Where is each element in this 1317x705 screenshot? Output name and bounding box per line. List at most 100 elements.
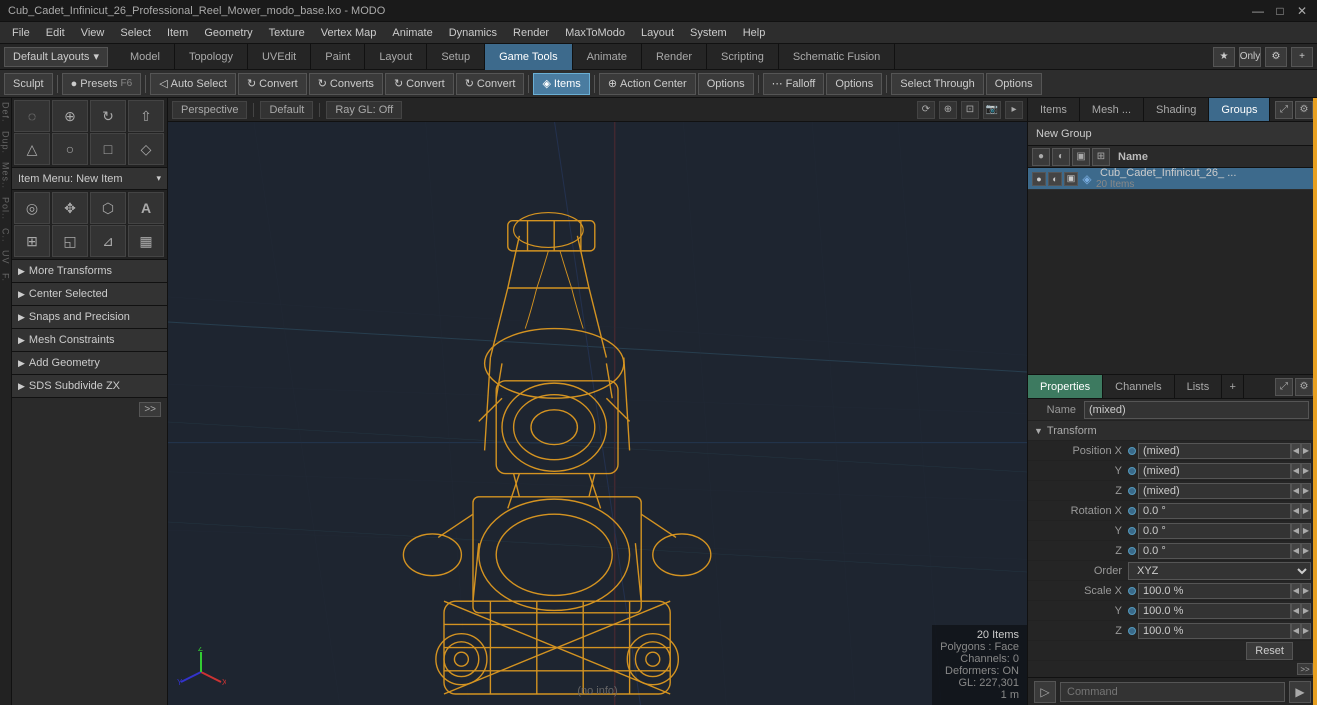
rot-z-dec[interactable]: ◀ [1291, 543, 1301, 559]
layout-dropdown[interactable]: Default Layouts ▾ [4, 47, 108, 67]
select-through-button[interactable]: Select Through [891, 73, 983, 95]
transform-section-header[interactable]: ▼ Transform [1028, 421, 1317, 441]
pos-z-dec[interactable]: ◀ [1291, 483, 1301, 499]
scale-x-value[interactable]: 100.0 % [1138, 583, 1291, 599]
pos-x-indicator[interactable] [1128, 447, 1136, 455]
expand-icon[interactable]: ⤢ [1275, 101, 1293, 119]
center-selected-header[interactable]: ▶ Center Selected [12, 283, 167, 305]
options3-button[interactable]: Options [986, 73, 1042, 95]
menu-dynamics[interactable]: Dynamics [441, 25, 505, 41]
tab-topology[interactable]: Topology [175, 44, 248, 70]
item-menu-row[interactable]: Item Menu: New Item ▾ [12, 168, 167, 190]
scale-z-inc[interactable]: ▶ [1301, 623, 1311, 639]
tool2-2[interactable]: ✥ [52, 192, 88, 224]
render-icon[interactable]: ▸ [1005, 101, 1023, 119]
auto-select-button[interactable]: ◁ Auto Select [150, 73, 236, 95]
sculpt-button[interactable]: Sculpt [4, 73, 53, 95]
menu-animate[interactable]: Animate [384, 25, 440, 41]
pos-z-indicator[interactable] [1128, 487, 1136, 495]
scale-y-inc[interactable]: ▶ [1301, 603, 1311, 619]
tool2-4[interactable]: A [128, 192, 164, 224]
zoom-icon[interactable]: ⊕ [939, 101, 957, 119]
rot-z-inc[interactable]: ▶ [1301, 543, 1311, 559]
menu-maxtomodo[interactable]: MaxToModo [557, 25, 633, 41]
pos-y-inc[interactable]: ▶ [1301, 463, 1311, 479]
orbit-icon[interactable]: ⟳ [917, 101, 935, 119]
tab-settings-icon[interactable]: ⚙ [1295, 101, 1313, 119]
rot-x-inc[interactable]: ▶ [1301, 503, 1311, 519]
tab-animate[interactable]: Animate [573, 44, 642, 70]
falloff-button[interactable]: ⋯ Falloff [763, 73, 825, 95]
tool-shape2[interactable]: ○ [52, 133, 88, 165]
only-button[interactable]: Only [1239, 47, 1261, 67]
right-tab-items[interactable]: Items [1028, 98, 1080, 121]
scale-x-dec[interactable]: ◀ [1291, 583, 1301, 599]
scale-z-value[interactable]: 100.0 % [1138, 623, 1291, 639]
viewport-canvas[interactable]: (no info) 20 Items Polygons : Face Chann… [168, 122, 1027, 705]
minimize-button[interactable]: — [1251, 4, 1265, 18]
props-settings-icon[interactable]: ⚙ [1295, 378, 1313, 396]
menu-file[interactable]: File [4, 25, 38, 41]
new-group-header[interactable]: New Group [1028, 122, 1317, 146]
tool2-3[interactable]: ⬡ [90, 192, 126, 224]
rot-y-value[interactable]: 0.0 ° [1138, 523, 1291, 539]
tab-game-tools[interactable]: Game Tools [485, 44, 573, 70]
maximize-button[interactable]: □ [1273, 4, 1287, 18]
scale-x-indicator[interactable] [1128, 587, 1136, 595]
pos-z-value[interactable]: (mixed) [1138, 483, 1291, 499]
rot-x-value[interactable]: 0.0 ° [1138, 503, 1291, 519]
rot-x-indicator[interactable] [1128, 507, 1136, 515]
pos-z-inc[interactable]: ▶ [1301, 483, 1311, 499]
more-transforms-header[interactable]: ▶ More Transforms [12, 260, 167, 282]
menu-geometry[interactable]: Geometry [196, 25, 260, 41]
menu-render[interactable]: Render [505, 25, 557, 41]
scroll-down-btn[interactable]: >> [1297, 663, 1313, 675]
item-vis-btn[interactable]: ● [1032, 172, 1046, 186]
render-toggle-btn[interactable]: ◐ [1052, 148, 1070, 166]
menu-select[interactable]: Select [112, 25, 159, 41]
pos-x-dec[interactable]: ◀ [1291, 443, 1301, 459]
tool-shape1[interactable]: △ [14, 133, 50, 165]
menu-help[interactable]: Help [735, 25, 774, 41]
scale-y-indicator[interactable] [1128, 607, 1136, 615]
tab-setup[interactable]: Setup [427, 44, 485, 70]
expand-all-button[interactable]: >> [139, 402, 161, 417]
item-row-0[interactable]: ● ◐ ▣ ◈ Cub_Cadet_Infinicut_26_ ... 20 I… [1028, 168, 1317, 190]
close-button[interactable]: ✕ [1295, 4, 1309, 18]
menu-view[interactable]: View [73, 25, 113, 41]
tool-rotate[interactable]: ↻ [90, 100, 126, 132]
item-render-btn[interactable]: ◐ [1048, 172, 1062, 186]
props-tab-lists[interactable]: Lists [1175, 375, 1223, 398]
options2-button[interactable]: Options [826, 73, 882, 95]
rot-z-indicator[interactable] [1128, 547, 1136, 555]
props-expand-icon[interactable]: ⤢ [1275, 378, 1293, 396]
pos-x-value[interactable]: (mixed) [1138, 443, 1291, 459]
reset-button[interactable]: Reset [1246, 642, 1293, 660]
right-tab-groups[interactable]: Groups [1209, 98, 1270, 121]
tool-shape3[interactable]: □ [90, 133, 126, 165]
scale-x-inc[interactable]: ▶ [1301, 583, 1311, 599]
menu-system[interactable]: System [682, 25, 735, 41]
expand-list-btn[interactable]: ⊞ [1092, 148, 1110, 166]
items-button[interactable]: ◈ Items [533, 73, 589, 95]
rot-z-value[interactable]: 0.0 ° [1138, 543, 1291, 559]
tool2-6[interactable]: ◱ [52, 225, 88, 257]
frame-icon[interactable]: ⊡ [961, 101, 979, 119]
pos-x-inc[interactable]: ▶ [1301, 443, 1311, 459]
converts-button[interactable]: ↻ Converts [309, 73, 383, 95]
tab-model[interactable]: Model [116, 44, 175, 70]
rot-x-dec[interactable]: ◀ [1291, 503, 1301, 519]
convert2-button[interactable]: ↻ Convert [385, 73, 454, 95]
rot-y-inc[interactable]: ▶ [1301, 523, 1311, 539]
tab-schematic[interactable]: Schematic Fusion [779, 44, 895, 70]
scale-y-value[interactable]: 100.0 % [1138, 603, 1291, 619]
rot-y-dec[interactable]: ◀ [1291, 523, 1301, 539]
tab-render[interactable]: Render [642, 44, 707, 70]
props-tab-channels[interactable]: Channels [1103, 375, 1174, 398]
tool2-8[interactable]: ▦ [128, 225, 164, 257]
settings-icon[interactable]: ⚙ [1265, 47, 1287, 67]
tab-scripting[interactable]: Scripting [707, 44, 779, 70]
pos-y-indicator[interactable] [1128, 467, 1136, 475]
menu-edit[interactable]: Edit [38, 25, 73, 41]
name-input[interactable] [1084, 401, 1309, 419]
